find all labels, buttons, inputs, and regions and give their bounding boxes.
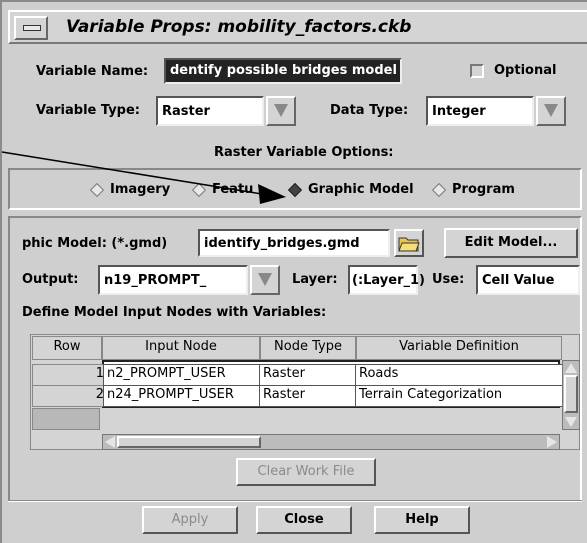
radio-program-label: Program [452,182,515,197]
radio-graphic-model[interactable]: Graphic Model [287,182,424,198]
table-row-2-number[interactable]: 2 [32,385,109,407]
apply-button[interactable]: Apply [142,506,238,534]
radio-program[interactable]: Program [431,182,524,198]
table-row-2-definition[interactable]: Terrain Categorization [355,385,567,407]
variable-type-value: Raster [162,104,210,119]
radio-imagery[interactable]: Imagery [89,182,182,198]
col-header-node-type[interactable]: Node Type [260,336,356,360]
variable-name-label: Variable Name: [36,64,149,79]
radio-imagery-label: Imagery [110,182,171,197]
table-horizontal-scrollbar[interactable] [102,434,560,450]
variable-type-field[interactable]: Raster [156,96,264,126]
col-header-variable-definition[interactable]: Variable Definition [356,336,562,360]
layer-label: Layer: [292,272,338,287]
edit-model-button[interactable]: Edit Model... [444,228,578,258]
clear-work-file-button[interactable]: Clear Work File [236,458,376,486]
data-type-label: Data Type: [330,103,409,118]
table-row-1-definition[interactable]: Roads [355,364,567,386]
optional-label: Optional [494,63,557,78]
define-nodes-label: Define Model Input Nodes with Variables: [22,305,327,320]
output-field[interactable]: n19_PROMPT_ [98,265,248,295]
use-value: Cell Value [482,273,555,288]
table-row-1-number[interactable]: 1 [32,364,109,386]
graphic-model-label: phic Model: (*.gmd) [22,236,168,251]
help-button[interactable]: Help [374,506,470,534]
radio-feature-label: Featu [212,182,254,197]
radio-imagery-diamond-icon [89,182,105,198]
variable-name-field[interactable]: dentify possible bridges model [164,58,402,84]
open-folder-icon[interactable] [394,229,424,257]
table-empty-row-header [32,408,100,430]
close-button[interactable]: Close [256,506,352,534]
window-title: Variable Props: mobility_factors.ckb [66,17,412,37]
output-dropdown[interactable] [250,265,280,295]
scroll-up-icon[interactable] [565,363,577,373]
options-heading: Raster Variable Options: [214,145,394,160]
use-field[interactable]: Cell Value [476,265,580,295]
scroll-right-icon[interactable] [547,436,557,448]
table-row-2-type[interactable]: Raster [259,385,363,407]
col-header-row[interactable]: Row [32,336,102,360]
radio-graphic-model-label: Graphic Model [308,182,414,197]
layer-field[interactable]: (:Layer_1) [348,265,425,295]
radio-program-diamond-icon [431,182,447,198]
vertical-scroll-thumb[interactable] [564,375,578,413]
graphic-model-field[interactable]: identify_bridges.gmd [198,229,390,257]
table-row-2-node[interactable]: n24_PROMPT_USER [103,385,267,407]
optional-checkbox[interactable] [470,64,484,78]
radio-feature[interactable]: Featu [191,182,278,198]
variable-type-dropdown[interactable] [266,96,296,126]
output-value: n19_PROMPT_ [104,273,207,288]
footer-divider [8,500,582,502]
horizontal-scroll-thumb[interactable] [117,436,261,448]
use-label: Use: [432,272,465,287]
data-type-dropdown[interactable] [536,96,566,126]
table-row-1-type[interactable]: Raster [259,364,363,386]
data-type-value: Integer [432,104,486,119]
variable-name-value: dentify possible bridges model [170,63,397,78]
folder-glyph-icon [398,237,420,252]
scroll-left-icon[interactable] [105,436,115,448]
graphic-model-value: identify_bridges.gmd [204,236,360,251]
layer-value: (:Layer_1) [352,273,425,288]
output-label: Output: [22,272,79,287]
window-menu-icon[interactable] [14,16,48,40]
radio-graphic-model-diamond-icon [287,182,303,198]
data-type-field[interactable]: Integer [426,96,534,126]
radio-feature-diamond-icon [191,182,207,198]
col-header-input-node[interactable]: Input Node [102,336,260,360]
variable-type-label: Variable Type: [36,103,140,118]
scroll-down-icon[interactable] [565,417,577,427]
table-vertical-scrollbar[interactable] [562,360,580,430]
table-row-1-node[interactable]: n2_PROMPT_USER [103,364,267,386]
